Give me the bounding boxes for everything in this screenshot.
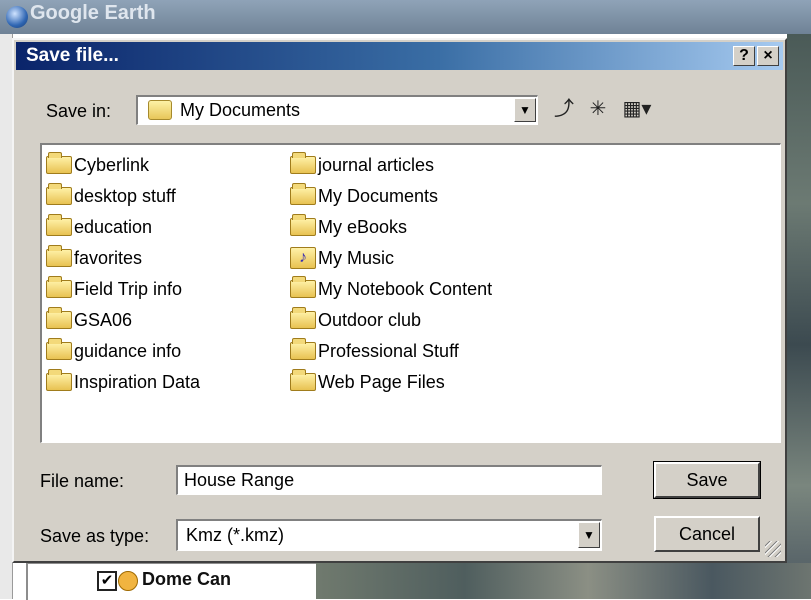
folder-label: Inspiration Data — [74, 371, 201, 392]
views-menu-icon[interactable]: ▦▾ — [620, 97, 654, 121]
google-earth-logo-icon — [6, 6, 28, 28]
folder-label: GSA06 — [74, 309, 133, 330]
folder-label: My eBooks — [318, 216, 408, 237]
list-item[interactable]: GSA06 — [46, 306, 132, 334]
folder-label: education — [74, 216, 153, 237]
list-item[interactable]: Professional Stuff — [290, 337, 459, 365]
folder-icon — [46, 152, 72, 174]
file-name-label: File name: — [40, 471, 125, 491]
folder-icon — [290, 307, 316, 329]
folder-label: guidance info — [74, 340, 182, 361]
music-folder-icon: ♪ — [290, 247, 316, 269]
placemark-icon — [118, 571, 138, 591]
list-item[interactable]: Outdoor club — [290, 306, 421, 334]
save-button[interactable]: Save — [653, 461, 761, 499]
save-file-dialog: Save file... ? × Save in: My Documents ▼… — [12, 38, 787, 563]
folder-label: favorites — [74, 247, 143, 268]
folder-icon — [290, 338, 316, 360]
save-as-type-value: Kmz (*.kmz) — [186, 525, 284, 545]
help-button[interactable]: ? — [733, 46, 755, 66]
folder-icon — [46, 307, 72, 329]
my-documents-folder-icon — [148, 100, 172, 120]
folder-icon — [46, 369, 72, 391]
folder-icon — [46, 183, 72, 205]
list-item[interactable]: My Notebook Content — [290, 275, 492, 303]
places-item-label[interactable]: Dome Can — [142, 569, 231, 590]
google-earth-titlebar: Google Earth — [0, 0, 811, 34]
chevron-down-icon[interactable]: ▼ — [578, 522, 600, 548]
list-item[interactable]: Field Trip info — [46, 275, 182, 303]
list-item[interactable]: My eBooks — [290, 213, 407, 241]
places-item-checkbox[interactable]: ✔ — [97, 571, 117, 591]
save-in-label: Save in: — [46, 101, 112, 121]
close-button[interactable]: × — [757, 46, 779, 66]
folder-icon — [290, 369, 316, 391]
save-in-dropdown[interactable]: My Documents ▼ — [136, 95, 538, 125]
dialog-titlebar[interactable]: Save file... ? × — [16, 42, 783, 70]
folder-label: My Documents — [318, 185, 439, 206]
list-item[interactable]: Cyberlink — [46, 151, 149, 179]
list-item[interactable]: guidance info — [46, 337, 181, 365]
save-in-value: My Documents — [180, 100, 301, 120]
folder-icon — [290, 183, 316, 205]
google-earth-title: Google Earth — [30, 2, 156, 24]
background-map-view — [787, 34, 811, 599]
folder-icon — [290, 152, 316, 174]
save-as-type-label: Save as type: — [40, 526, 150, 546]
folder-label: Field Trip info — [74, 278, 183, 299]
list-item[interactable]: My Documents — [290, 182, 438, 210]
folder-label: My Notebook Content — [318, 278, 493, 299]
chevron-down-icon[interactable]: ▼ — [514, 98, 536, 122]
list-item[interactable]: ♪ My Music — [290, 244, 394, 272]
dialog-title: Save file... — [26, 45, 119, 66]
up-one-level-icon[interactable]: ⤴ — [552, 97, 576, 121]
folder-icon — [46, 245, 72, 267]
folder-label: My Music — [318, 247, 394, 268]
save-as-type-dropdown[interactable]: Kmz (*.kmz) ▼ — [176, 519, 602, 551]
folder-label: Professional Stuff — [318, 340, 459, 361]
folder-label: desktop stuff — [74, 185, 176, 206]
folder-icon — [290, 214, 316, 236]
list-item[interactable]: education — [46, 213, 152, 241]
file-list[interactable]: Cyberlink desktop stuff education favori… — [40, 143, 781, 443]
folder-icon — [46, 276, 72, 298]
file-name-input[interactable] — [176, 465, 602, 495]
list-item[interactable]: Web Page Files — [290, 368, 445, 396]
folder-icon — [290, 276, 316, 298]
folder-label: Outdoor club — [318, 309, 422, 330]
folder-icon — [46, 214, 72, 236]
background-map-view-bottom — [316, 563, 811, 599]
list-item[interactable]: Inspiration Data — [46, 368, 200, 396]
list-item[interactable]: journal articles — [290, 151, 434, 179]
folder-label: Cyberlink — [74, 154, 150, 175]
cancel-button[interactable]: Cancel — [654, 516, 760, 552]
folder-label: Web Page Files — [318, 371, 445, 392]
list-item[interactable]: favorites — [46, 244, 142, 272]
folder-label: journal articles — [318, 154, 435, 175]
resize-grip-icon[interactable] — [765, 541, 781, 557]
folder-icon — [46, 338, 72, 360]
new-folder-icon[interactable]: ✳ — [586, 97, 610, 121]
list-item[interactable]: desktop stuff — [46, 182, 176, 210]
